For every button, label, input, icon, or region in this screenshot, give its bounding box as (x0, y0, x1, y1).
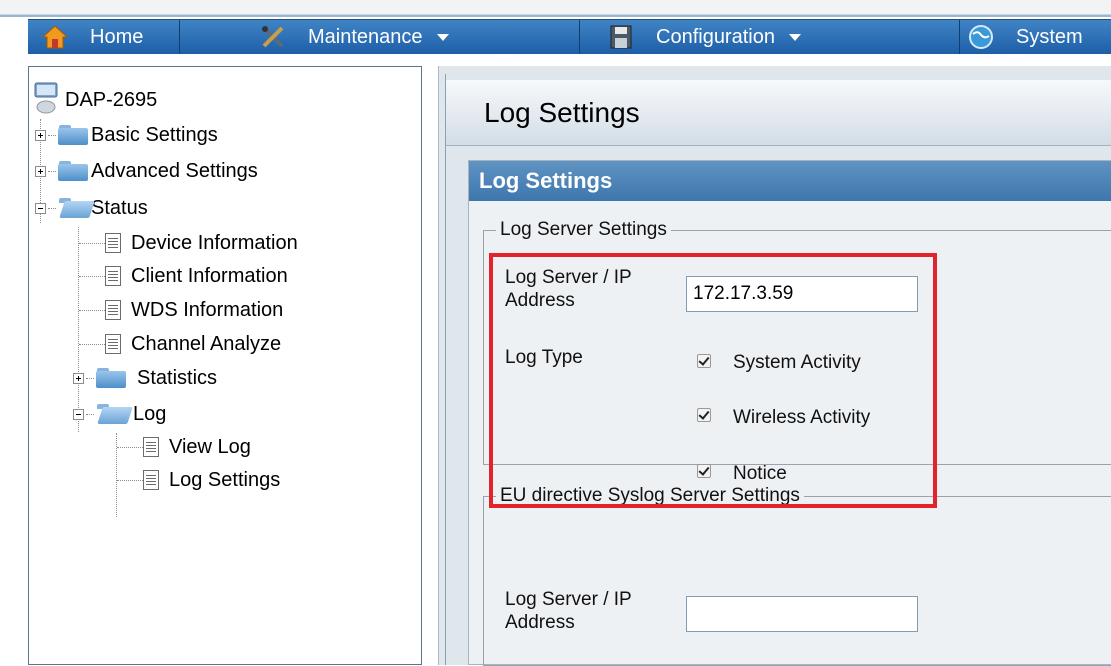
nav-configuration[interactable]: Configuration (580, 20, 960, 54)
nav-system-label: System (1016, 25, 1083, 48)
eu-syslog-address-input[interactable] (686, 596, 918, 632)
tree-guide (48, 207, 56, 209)
tree-item-label: Statistics (137, 366, 218, 389)
highlight-box (489, 253, 937, 508)
nav-home[interactable]: Home (28, 20, 180, 54)
document-icon (143, 470, 159, 490)
document-icon (105, 233, 121, 253)
chevron-down-icon (436, 33, 449, 41)
expand-icon[interactable] (35, 165, 46, 177)
eu-syslog-address-label: Log Server / IP Address (505, 588, 632, 634)
expand-icon[interactable] (35, 129, 46, 141)
tree-item-label: Log Settings (169, 468, 281, 491)
access-point-icon (34, 82, 58, 114)
label-line: Address (505, 612, 575, 633)
tree-item-label: Device Information (131, 231, 298, 254)
open-folder-icon (94, 403, 133, 425)
tree-item-label: Status (91, 196, 148, 219)
top-navigation: Home Maintenance Configuration System (0, 0, 1111, 54)
open-folder-icon (56, 197, 95, 219)
tree-item-log[interactable]: Log (73, 399, 166, 429)
tools-icon (262, 26, 284, 48)
tree-item-log-settings[interactable]: Log Settings (117, 465, 280, 495)
nav-strip: Home Maintenance Configuration System (28, 19, 1111, 54)
chevron-down-icon (788, 33, 801, 41)
navigation-tree: DAP-2695 Basic Settings Advanced Setting… (29, 67, 421, 664)
tree-item-label: View Log (169, 435, 251, 458)
expand-icon[interactable] (73, 372, 84, 384)
document-icon (105, 300, 121, 320)
tree-item-label: Advanced Settings (91, 159, 258, 182)
tree-guide (86, 413, 94, 415)
nav-maintenance[interactable]: Maintenance (180, 20, 580, 54)
page-title: Log Settings (446, 80, 1111, 146)
tree-item-label: Client Information (131, 264, 288, 287)
tree-root-label: DAP-2695 (65, 88, 158, 111)
eu-syslog-settings-group: EU directive Syslog Server Settings (483, 485, 1111, 666)
collapse-icon[interactable] (35, 202, 46, 214)
tree-item-label: Basic Settings (91, 123, 218, 146)
document-icon (105, 266, 121, 286)
tree-item-view-log[interactable]: View Log (117, 432, 251, 462)
folder-icon (94, 367, 128, 389)
tree-root[interactable]: DAP-2695 (65, 85, 157, 115)
navigation-tree-panel: DAP-2695 Basic Settings Advanced Setting… (28, 66, 422, 665)
folder-icon (56, 160, 90, 182)
nav-configuration-label: Configuration (656, 25, 775, 48)
tree-guide (117, 479, 143, 481)
nav-home-label: Home (90, 25, 144, 48)
tree-guide (79, 309, 105, 311)
tree-guide (79, 275, 105, 277)
tree-guide (79, 343, 105, 345)
floppy-disk-icon (610, 25, 632, 49)
document-icon (143, 437, 159, 457)
tree-guide (117, 446, 143, 448)
nav-maintenance-label: Maintenance (308, 25, 423, 48)
tree-item-client-information[interactable]: Client Information (79, 261, 288, 291)
globe-icon (969, 25, 993, 49)
tree-item-label: Log (133, 402, 167, 425)
tree-item-wds-information[interactable]: WDS Information (79, 295, 283, 325)
tree-item-basic-settings[interactable]: Basic Settings (35, 120, 218, 150)
collapse-icon[interactable] (73, 408, 84, 420)
log-server-settings-legend: Log Server Settings (500, 219, 667, 240)
home-icon (42, 25, 68, 49)
document-icon (105, 334, 121, 354)
folder-icon (56, 124, 90, 146)
tree-item-advanced-settings[interactable]: Advanced Settings (35, 156, 258, 186)
tree-guide (79, 242, 105, 244)
tree-guide (48, 170, 56, 172)
nav-system[interactable]: System (960, 20, 1111, 54)
tree-item-status[interactable]: Status (35, 193, 148, 223)
tree-guide (86, 377, 94, 379)
tree-item-statistics[interactable]: Statistics (73, 363, 217, 393)
tree-item-label: Channel Analyze (131, 332, 282, 355)
tree-guide (48, 134, 56, 136)
tree-item-channel-analyze[interactable]: Channel Analyze (79, 329, 281, 359)
section-title: Log Settings (469, 161, 1111, 201)
label-line: Log Server / IP (505, 589, 632, 610)
tree-item-device-information[interactable]: Device Information (79, 228, 298, 258)
tree-item-label: WDS Information (131, 298, 284, 321)
